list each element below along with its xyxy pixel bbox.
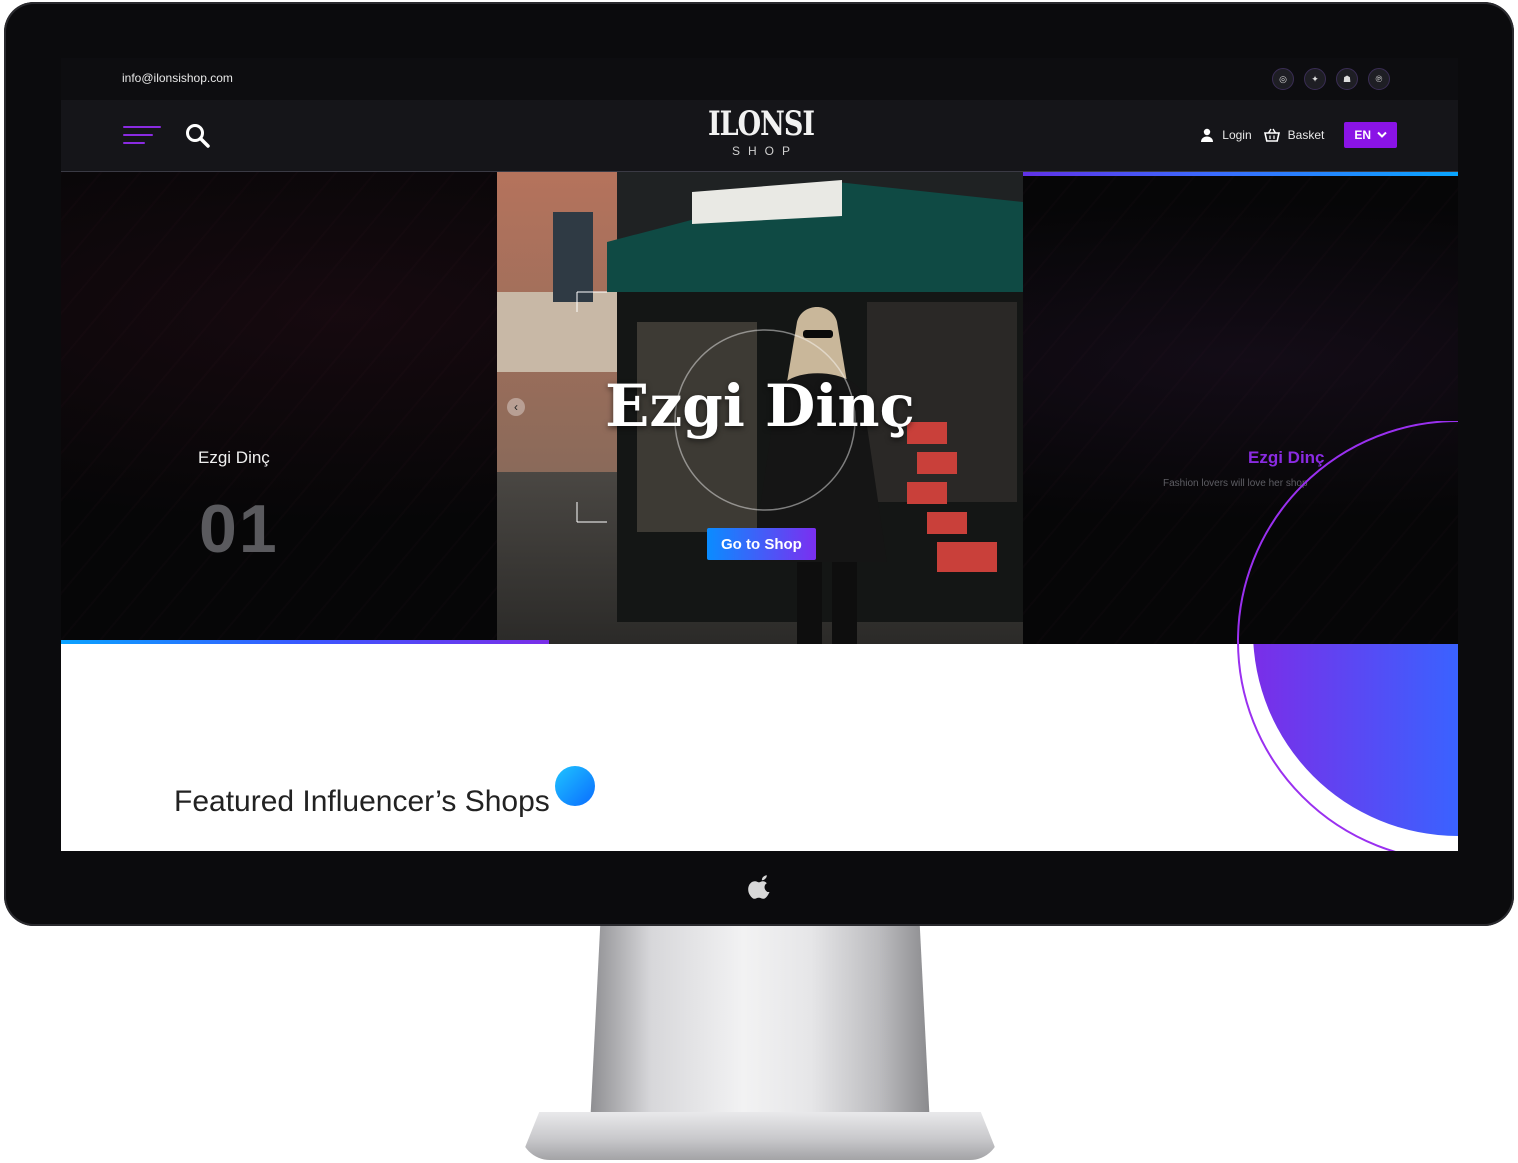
social-links: ◎ ✦ ☗ ℗ bbox=[1272, 68, 1390, 90]
contact-email-link[interactable]: info@ilonsishop.com bbox=[122, 71, 233, 85]
logo-main-text: ILONSI bbox=[708, 105, 815, 144]
top-bar: info@ilonsishop.com ◎ ✦ ☗ ℗ bbox=[61, 58, 1458, 100]
snapchat-icon[interactable]: ☗ bbox=[1336, 68, 1358, 90]
basket-icon bbox=[1263, 128, 1280, 142]
site-logo[interactable]: ILONSI SHOP bbox=[701, 106, 821, 158]
search-icon[interactable] bbox=[184, 122, 212, 150]
influencer-photo: ‹ Ezgi Dinç Go to Shop bbox=[497, 172, 1023, 644]
main-navbar: ILONSI SHOP Login Basket EN bbox=[61, 100, 1458, 172]
basket-label: Basket bbox=[1287, 128, 1325, 142]
featured-shops-heading: Featured Influencer’s Shops bbox=[174, 785, 550, 818]
decorative-dot bbox=[555, 766, 595, 806]
instagram-icon[interactable]: ◎ bbox=[1272, 68, 1294, 90]
user-icon bbox=[1201, 128, 1214, 142]
go-to-shop-button[interactable]: Go to Shop bbox=[707, 528, 816, 560]
decorative-gradient-circle bbox=[1237, 421, 1458, 851]
basket-link[interactable]: Basket bbox=[1263, 128, 1325, 142]
nav-actions: Login Basket EN bbox=[1200, 122, 1397, 148]
slider-progress-bottom bbox=[61, 640, 549, 644]
twitter-icon[interactable]: ✦ bbox=[1304, 68, 1326, 90]
hero-title: Ezgi Dinç bbox=[605, 372, 915, 440]
language-label: EN bbox=[1354, 128, 1371, 142]
pinterest-icon[interactable]: ℗ bbox=[1368, 68, 1390, 90]
slider-progress-top bbox=[969, 172, 1458, 176]
logo-sub-text: SHOP bbox=[731, 144, 798, 158]
login-label: Login bbox=[1222, 128, 1252, 142]
menu-toggle-icon[interactable] bbox=[123, 126, 161, 148]
slide-number: 01 bbox=[199, 491, 279, 567]
screen: info@ilonsishop.com ◎ ✦ ☗ ℗ ILONSI SHOP bbox=[61, 58, 1458, 851]
chevron-down-icon bbox=[1377, 131, 1387, 138]
language-selector[interactable]: EN bbox=[1344, 122, 1397, 148]
slide-influencer-name: Ezgi Dinç bbox=[198, 448, 270, 467]
apple-logo-icon bbox=[748, 875, 770, 899]
monitor-stand-neck bbox=[590, 926, 930, 1126]
login-link[interactable]: Login bbox=[1200, 128, 1252, 142]
monitor-stand-base bbox=[520, 1112, 1000, 1160]
